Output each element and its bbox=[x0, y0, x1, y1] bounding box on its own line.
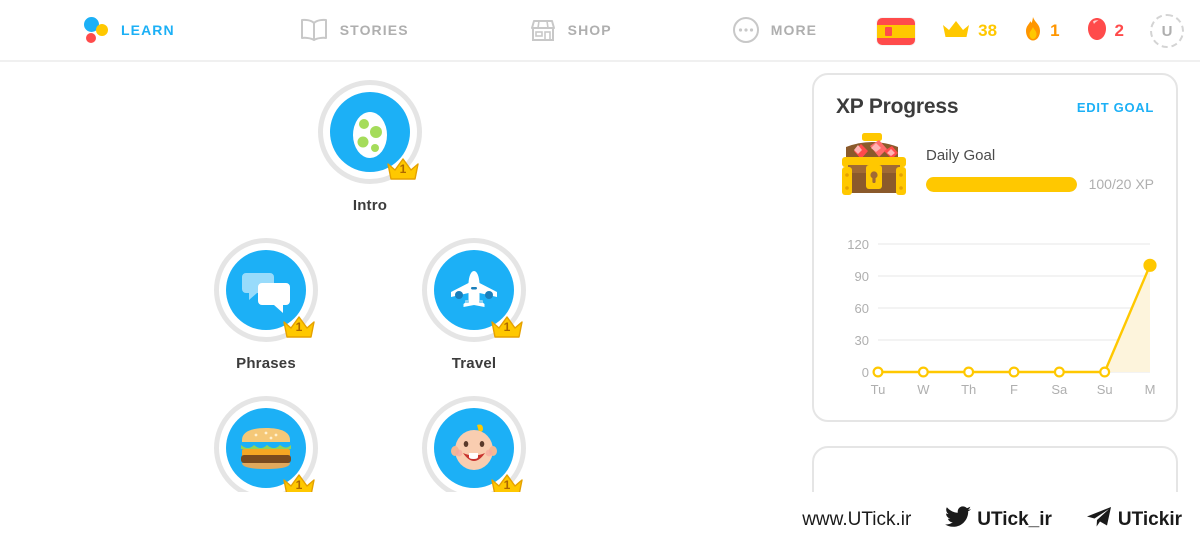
svg-text:90: 90 bbox=[855, 269, 869, 284]
xp-card-header: XP Progress EDIT GOAL bbox=[836, 95, 1154, 119]
crown-badge: 1 bbox=[487, 313, 527, 341]
skill-tree: 1 Intro 1 Phrases 1 Travel 1 1 bbox=[0, 62, 740, 548]
crown-badge: 1 bbox=[383, 155, 423, 183]
airplane-icon bbox=[451, 271, 497, 307]
crown-level: 1 bbox=[503, 320, 511, 334]
primary-nav: LEARN STORIES SHOP MORE bbox=[78, 12, 823, 48]
telegram-icon bbox=[1086, 506, 1112, 534]
xp-count: 100/20 XP bbox=[1088, 176, 1154, 192]
gem-icon bbox=[1086, 17, 1108, 46]
crown-level: 1 bbox=[295, 478, 303, 492]
skill-ring: 1 bbox=[422, 396, 526, 500]
nav-label-more: MORE bbox=[770, 22, 818, 38]
side-panel: XP Progress EDIT GOAL Daily Goal 100/20 … bbox=[812, 73, 1178, 526]
skill-phrases[interactable]: 1 Phrases bbox=[198, 238, 334, 372]
crown-stat[interactable]: 38 bbox=[941, 18, 997, 45]
skill-ring: 1 bbox=[214, 396, 318, 500]
svg-text:Sa: Sa bbox=[1051, 382, 1068, 397]
daily-goal-label: Daily Goal bbox=[926, 147, 996, 164]
xp-progress-card: XP Progress EDIT GOAL Daily Goal 100/20 … bbox=[812, 73, 1178, 422]
crown-count: 38 bbox=[978, 21, 998, 40]
watermark-website-label: www.UTick.ir bbox=[802, 509, 912, 530]
skill-label: Phrases bbox=[236, 355, 296, 372]
crown-level: 1 bbox=[503, 478, 511, 492]
treasure-chest-icon bbox=[836, 131, 912, 208]
top-navigation-bar: LEARN STORIES SHOP MORE 38 1 2 U bbox=[0, 0, 1200, 62]
svg-text:120: 120 bbox=[847, 237, 869, 252]
watermark-twitter-label: UTick_ir bbox=[977, 509, 1052, 530]
watermark-twitter: UTick_ir bbox=[945, 506, 1052, 534]
svg-text:W: W bbox=[917, 382, 930, 397]
more-dots-icon bbox=[732, 16, 760, 44]
skill-label: Travel bbox=[451, 355, 497, 372]
skill-row: 1 Phrases 1 Travel bbox=[0, 238, 740, 372]
baby-face-icon bbox=[451, 424, 497, 470]
streak-count: 1 bbox=[1050, 21, 1060, 40]
twitter-icon bbox=[945, 506, 972, 534]
skill-ring: 1 bbox=[422, 238, 526, 342]
crown-level: 1 bbox=[399, 162, 407, 176]
nav-item-stories[interactable]: STORIES bbox=[293, 13, 415, 47]
xp-progress-bar bbox=[926, 176, 1077, 192]
header-stats: 38 1 2 U bbox=[877, 0, 1184, 62]
book-icon bbox=[299, 17, 329, 43]
duolingo-logo bbox=[84, 16, 110, 44]
page-title: XP Progress bbox=[836, 95, 959, 118]
avatar[interactable]: U bbox=[1150, 14, 1184, 48]
svg-text:30: 30 bbox=[855, 333, 869, 348]
svg-text:0: 0 bbox=[862, 365, 869, 380]
crown-level: 1 bbox=[295, 320, 303, 334]
skill-label: Intro bbox=[352, 197, 388, 214]
svg-text:Th: Th bbox=[961, 382, 976, 397]
gem-count: 2 bbox=[1114, 21, 1124, 40]
skill-ring: 1 bbox=[214, 238, 318, 342]
duolingo-learn-page: LEARN STORIES SHOP MORE 38 1 2 U 1 Intro… bbox=[0, 0, 1200, 548]
svg-text:M: M bbox=[1145, 382, 1156, 397]
xp-chart: 0 30 60 90 120 Tu W Th F Sa Su M bbox=[836, 230, 1157, 400]
flame-icon bbox=[1023, 16, 1043, 47]
svg-text:60: 60 bbox=[855, 301, 869, 316]
nav-item-learn[interactable]: LEARN bbox=[78, 12, 181, 48]
crown-icon bbox=[941, 18, 971, 45]
speech-bubbles-icon bbox=[242, 273, 290, 313]
hamburger-icon bbox=[241, 428, 291, 469]
nav-label-shop: SHOP bbox=[567, 22, 612, 38]
goal-texts: Daily Goal 100/20 XP bbox=[926, 147, 1154, 192]
avatar-initial: U bbox=[1161, 22, 1173, 40]
xp-line-chart: 0 30 60 90 120 Tu W Th F Sa Su M bbox=[847, 237, 1157, 397]
egg-icon bbox=[353, 112, 387, 158]
gem-stat[interactable]: 2 bbox=[1086, 17, 1124, 46]
goal-progress-row: 100/20 XP bbox=[926, 176, 1154, 192]
edit-goal-button[interactable]: EDIT GOAL bbox=[1077, 100, 1154, 115]
streak-stat[interactable]: 1 bbox=[1023, 16, 1060, 47]
skill-ring: 1 bbox=[318, 80, 422, 184]
watermark-bar: www.UTick.ir UTick_ir UTickir bbox=[0, 492, 1200, 548]
svg-text:Su: Su bbox=[1097, 382, 1113, 397]
xp-progress-fill bbox=[926, 176, 1077, 192]
nav-item-shop[interactable]: SHOP bbox=[523, 13, 618, 47]
watermark-telegram: UTickir bbox=[1086, 506, 1182, 534]
daily-goal-row: Daily Goal 100/20 XP bbox=[836, 131, 1154, 208]
nav-label-learn: LEARN bbox=[121, 22, 175, 38]
store-icon bbox=[529, 17, 557, 43]
skill-row: 1 Intro bbox=[0, 80, 740, 214]
nav-label-stories: STORIES bbox=[339, 22, 409, 38]
skill-travel[interactable]: 1 Travel bbox=[406, 238, 542, 372]
crown-badge: 1 bbox=[279, 313, 319, 341]
nav-item-more[interactable]: MORE bbox=[726, 12, 823, 48]
svg-text:Tu: Tu bbox=[871, 382, 886, 397]
spanish-flag-icon[interactable] bbox=[877, 17, 916, 45]
watermark-website: www.UTick.ir bbox=[802, 509, 911, 531]
svg-text:F: F bbox=[1010, 382, 1018, 397]
watermark-telegram-label: UTickir bbox=[1117, 509, 1182, 530]
skill-intro[interactable]: 1 Intro bbox=[302, 80, 438, 214]
